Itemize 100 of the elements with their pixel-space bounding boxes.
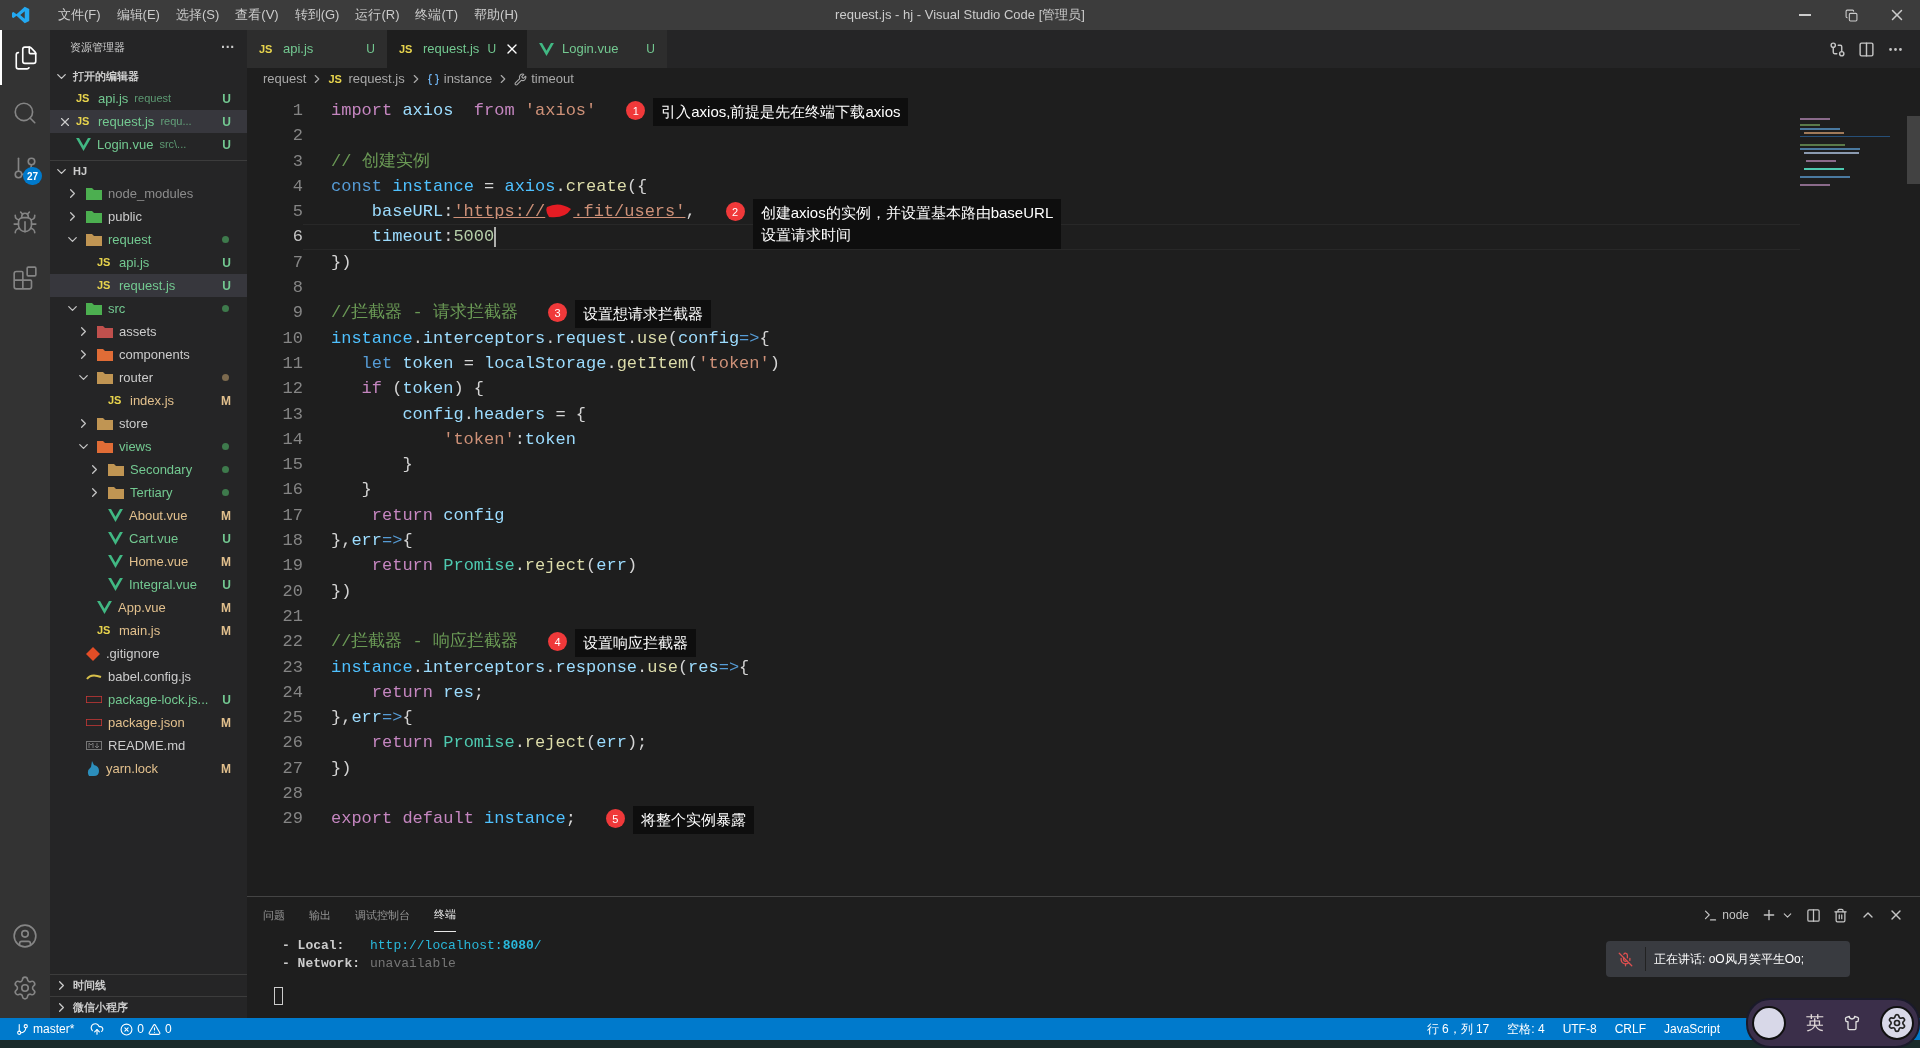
code-token: , xyxy=(685,201,696,224)
code-token: = xyxy=(483,175,496,198)
section-header[interactable]: 时间线 xyxy=(50,974,247,996)
menu-item[interactable]: 运行(R) xyxy=(347,5,408,25)
variable-icon xyxy=(426,72,440,86)
sync-icon[interactable] xyxy=(90,1022,105,1036)
code-token: axios xyxy=(504,175,556,198)
explorer-item[interactable]: package.json M xyxy=(50,711,247,734)
panel-tab[interactable]: 问题 xyxy=(263,898,285,932)
explorer-item[interactable]: Secondary xyxy=(50,458,247,481)
code-token: : xyxy=(443,201,454,224)
markdown-file-icon xyxy=(86,741,102,750)
panel-tab[interactable]: 输出 xyxy=(309,898,331,932)
editor-tab[interactable]: JS request.js U xyxy=(387,30,527,68)
explorer-item[interactable]: components xyxy=(50,343,247,366)
code-token: => xyxy=(739,327,760,350)
error-icon xyxy=(120,1022,134,1036)
explorer-item[interactable]: Integral.vue U xyxy=(50,573,247,596)
explorer-item[interactable]: Home.vue M xyxy=(50,550,247,573)
breadcrumb-item[interactable]: instance xyxy=(443,69,493,89)
code-token: ( xyxy=(586,732,597,755)
menu-item[interactable]: 编辑(E) xyxy=(108,5,168,25)
menu-item[interactable]: 选择(S) xyxy=(167,5,228,25)
debug-icon xyxy=(12,209,38,236)
code-token: config xyxy=(442,504,505,527)
editor-tab[interactable]: Login.vue U xyxy=(527,30,667,68)
trash-icon[interactable] xyxy=(1833,907,1848,923)
annotation-callout: 引入axios,前提是先在终端下载axios xyxy=(653,98,909,126)
status-item[interactable]: 空格: 4 xyxy=(1507,1020,1545,1038)
section-header[interactable]: HJ xyxy=(50,160,247,182)
code-token: axios xyxy=(401,100,455,122)
open-editor-item[interactable]: Login.vue src\... U xyxy=(50,133,247,156)
explorer-item[interactable]: Cart.vue U xyxy=(50,527,247,550)
js-file-icon: JS xyxy=(97,254,113,271)
panel-tab[interactable]: 终端 xyxy=(434,898,456,932)
menu-item[interactable]: 终端(T) xyxy=(407,5,467,25)
ime-logo-icon[interactable] xyxy=(1752,1006,1786,1040)
explorer-item[interactable]: store xyxy=(50,412,247,435)
explorer-item[interactable]: JS api.js U xyxy=(50,251,247,274)
code-token: . xyxy=(637,656,648,679)
code-token: }, xyxy=(331,530,352,553)
status-item[interactable]: JavaScript xyxy=(1663,1020,1720,1038)
ime-mode[interactable]: 英 xyxy=(1806,1009,1824,1037)
compare-icon[interactable] xyxy=(1829,40,1846,58)
explorer-item[interactable]: router xyxy=(50,366,247,389)
explorer-item[interactable]: JS index.js M xyxy=(50,389,247,412)
branch-button[interactable]: 27 xyxy=(0,140,50,195)
explorer-item[interactable]: assets xyxy=(50,320,247,343)
explorer-item[interactable]: request xyxy=(50,228,247,251)
explorer-item[interactable]: Tertiary xyxy=(50,481,247,504)
text-cursor xyxy=(494,227,496,248)
code-token: }) xyxy=(331,580,352,603)
explorer-item[interactable]: babel.config.js xyxy=(50,665,247,688)
terminal-selector[interactable]: node xyxy=(1722,906,1749,924)
minimize-icon xyxy=(1799,14,1811,16)
explorer-item[interactable]: public xyxy=(50,205,247,228)
split-editor-icon[interactable] xyxy=(1858,40,1875,58)
explorer-item[interactable]: .gitignore xyxy=(50,642,247,665)
open-editor-item[interactable]: JS request.js requ... U xyxy=(50,110,247,133)
shirt-icon[interactable] xyxy=(1844,1015,1860,1031)
menu-item[interactable]: 帮助(H) xyxy=(466,5,527,25)
code-token: instance xyxy=(483,808,566,831)
status-item[interactable]: UTF-8 xyxy=(1562,1020,1597,1038)
explorer-item[interactable]: views xyxy=(50,435,247,458)
problems-status[interactable]: 0 0 xyxy=(120,1020,172,1038)
breadcrumb-item[interactable]: timeout xyxy=(531,69,574,89)
vue-file-icon xyxy=(108,509,123,522)
open-editor-item[interactable]: JS api.js request U xyxy=(50,87,247,110)
line-number: 21 xyxy=(281,605,303,628)
explorer-item[interactable]: JS request.js U xyxy=(50,274,247,297)
terminal-url[interactable]: http://localhost:8080/ xyxy=(370,937,542,955)
panel-tab[interactable]: 调试控制台 xyxy=(355,898,410,932)
breadcrumb-item[interactable]: request.js xyxy=(348,69,405,89)
explorer-item[interactable]: JS main.js M xyxy=(50,619,247,642)
explorer-item[interactable]: yarn.lock M xyxy=(50,757,247,780)
explorer-item[interactable]: node_modules xyxy=(50,182,247,205)
code-token: res xyxy=(688,656,719,679)
explorer-item[interactable]: README.md xyxy=(50,734,247,757)
section-header[interactable]: 打开的编辑器 xyxy=(50,65,247,87)
code-token: }, xyxy=(331,707,352,730)
add-icon[interactable] xyxy=(1761,907,1777,923)
code-token: from xyxy=(473,100,515,122)
editor-tab[interactable]: JS api.js U xyxy=(247,30,387,68)
status-item[interactable]: 行 6，列 17 xyxy=(1426,1020,1490,1038)
line-number: 20 xyxy=(281,580,303,603)
explorer-item[interactable]: src xyxy=(50,297,247,320)
breadcrumb-item[interactable]: request xyxy=(263,69,307,89)
more-button[interactable]: ··· xyxy=(221,37,235,58)
code-token: headers xyxy=(473,403,546,426)
status-item[interactable]: CRLF xyxy=(1614,1020,1646,1038)
ime-settings-icon[interactable] xyxy=(1880,1006,1914,1040)
menu-item[interactable]: 查看(V) xyxy=(227,5,287,25)
menu-item[interactable]: 转到(G) xyxy=(286,5,348,25)
code-token: instance xyxy=(331,327,413,350)
explorer-item[interactable]: package-lock.js... U xyxy=(50,688,247,711)
explorer-item[interactable]: About.vue M xyxy=(50,504,247,527)
menu-item[interactable]: 文件(F) xyxy=(50,5,109,25)
split-terminal-icon[interactable] xyxy=(1806,907,1821,923)
explorer-item[interactable]: App.vue M xyxy=(50,596,247,619)
branch-status[interactable]: master* xyxy=(0,1020,75,1038)
